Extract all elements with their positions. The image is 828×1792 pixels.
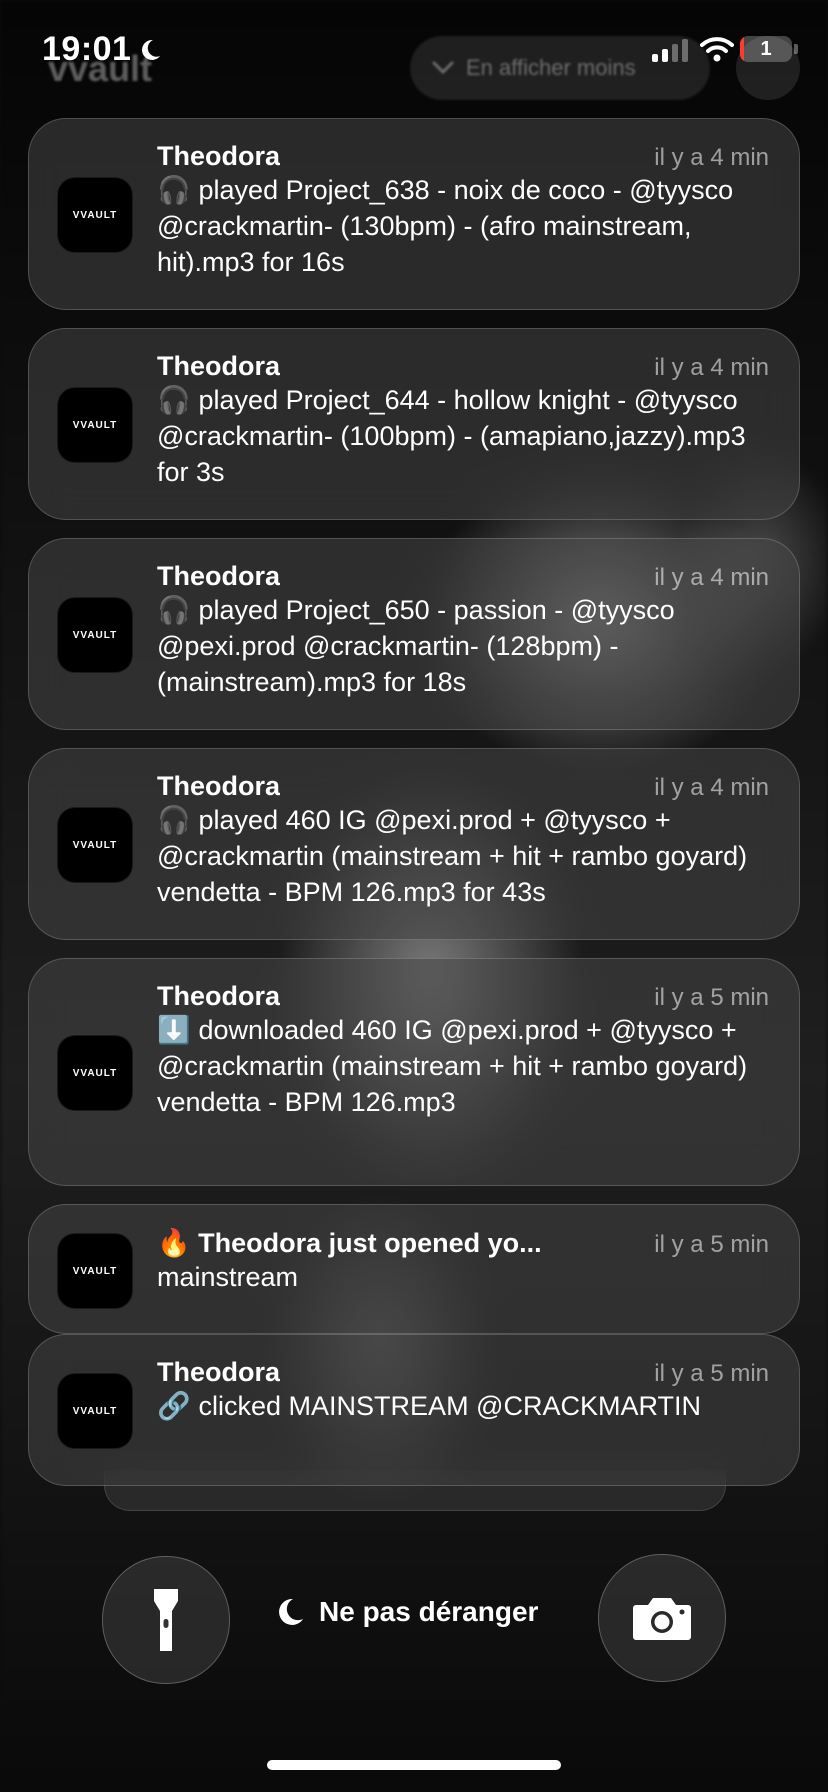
- notification-title: Theodora: [157, 561, 281, 591]
- battery-cap: [794, 44, 798, 54]
- battery-level: 1: [760, 37, 772, 60]
- cellular-signal-icon: [652, 38, 688, 62]
- notification-title: 🔥 Theodora just opened yo...: [157, 1228, 542, 1258]
- headphones-icon: 🎧: [157, 595, 191, 625]
- vvault-app-icon: VVAULT: [57, 807, 133, 883]
- status-time-group: 19:01: [42, 30, 163, 69]
- notification-body: 🔗 clicked MAINSTREAM @CRACKMARTIN: [157, 1388, 769, 1424]
- notification-title: Theodora: [157, 351, 281, 381]
- notification-card[interactable]: VVAULT 🔥 Theodora just opened yo... il y…: [28, 1204, 800, 1334]
- notification-card[interactable]: VVAULT Theodora il y a 4 min 🎧 played 46…: [28, 748, 800, 940]
- notification-card[interactable]: VVAULT Theodora il y a 5 min 🔗 clicked M…: [28, 1334, 800, 1486]
- notification-text: clicked MAINSTREAM @CRACKMARTIN: [198, 1391, 701, 1421]
- notification-card[interactable]: VVAULT Theodora il y a 4 min 🎧 played Pr…: [28, 328, 800, 520]
- headphones-icon: 🎧: [157, 385, 191, 415]
- notification-time: il y a 4 min: [654, 774, 769, 801]
- vvault-app-icon: VVAULT: [57, 1035, 133, 1111]
- home-indicator[interactable]: [267, 1760, 561, 1770]
- notification-title: Theodora: [157, 1357, 281, 1387]
- vvault-app-icon: VVAULT: [57, 1233, 133, 1309]
- notification-body: ⬇️ downloaded 460 IG @pexi.prod + @tyysc…: [157, 1012, 769, 1120]
- notification-text: played 460 IG @pexi.prod + @tyysco + @cr…: [157, 805, 748, 907]
- download-arrow-icon: ⬇️: [157, 1015, 191, 1045]
- notification-title: Theodora: [157, 771, 281, 801]
- notification-time: il y a 5 min: [654, 1231, 769, 1258]
- status-time: 19:01: [42, 30, 132, 68]
- camera-button[interactable]: [598, 1554, 726, 1682]
- notification-card[interactable]: VVAULT Theodora il y a 4 min 🎧 played Pr…: [28, 118, 800, 310]
- notification-time: il y a 5 min: [654, 1360, 769, 1387]
- notification-body: mainstream: [157, 1259, 769, 1295]
- notification-text: downloaded 460 IG @pexi.prod + @tyysco +…: [157, 1015, 748, 1117]
- battery-indicator: 1: [740, 36, 792, 62]
- notification-body: 🎧 played Project_638 - noix de coco - @t…: [157, 172, 769, 280]
- notification-time: il y a 5 min: [654, 984, 769, 1011]
- notification-time: il y a 4 min: [654, 564, 769, 591]
- notification-time: il y a 4 min: [654, 354, 769, 381]
- notification-title: Theodora: [157, 141, 281, 171]
- vvault-app-icon: VVAULT: [57, 387, 133, 463]
- notification-title: Theodora: [157, 981, 281, 1011]
- moon-icon: [279, 1598, 303, 1625]
- focus-mode-label: Ne pas déranger: [319, 1596, 539, 1627]
- vvault-app-icon: VVAULT: [57, 597, 133, 673]
- vvault-app-icon: VVAULT: [57, 1373, 133, 1449]
- flashlight-icon: [154, 1589, 178, 1651]
- flashlight-button[interactable]: [102, 1556, 230, 1684]
- headphones-icon: 🎧: [157, 805, 191, 835]
- notification-text: played Project_644 - hollow knight - @ty…: [157, 385, 746, 487]
- notification-body: 🎧 played 460 IG @pexi.prod + @tyysco + @…: [157, 802, 769, 910]
- headphones-icon: 🎧: [157, 175, 191, 205]
- notification-body: 🎧 played Project_644 - hollow knight - @…: [157, 382, 769, 490]
- wifi-icon: [700, 37, 734, 62]
- notification-text: mainstream: [157, 1262, 299, 1292]
- notification-text: played Project_638 - noix de coco - @tyy…: [157, 175, 734, 277]
- vvault-app-icon: VVAULT: [57, 177, 133, 253]
- notification-card[interactable]: VVAULT Theodora il y a 4 min 🎧 played Pr…: [28, 538, 800, 730]
- status-bar: 19:01 1: [0, 0, 828, 96]
- notification-card[interactable]: VVAULT Theodora il y a 5 min ⬇️ download…: [28, 958, 800, 1186]
- moon-icon: [142, 39, 161, 60]
- notification-text: played Project_650 - passion - @tyysco @…: [157, 595, 675, 697]
- camera-icon: [633, 1598, 691, 1640]
- notification-time: il y a 4 min: [654, 144, 769, 171]
- focus-mode-indicator[interactable]: Ne pas déranger: [275, 1596, 538, 1628]
- link-icon: 🔗: [157, 1391, 191, 1421]
- notification-body: 🎧 played Project_650 - passion - @tyysco…: [157, 592, 769, 700]
